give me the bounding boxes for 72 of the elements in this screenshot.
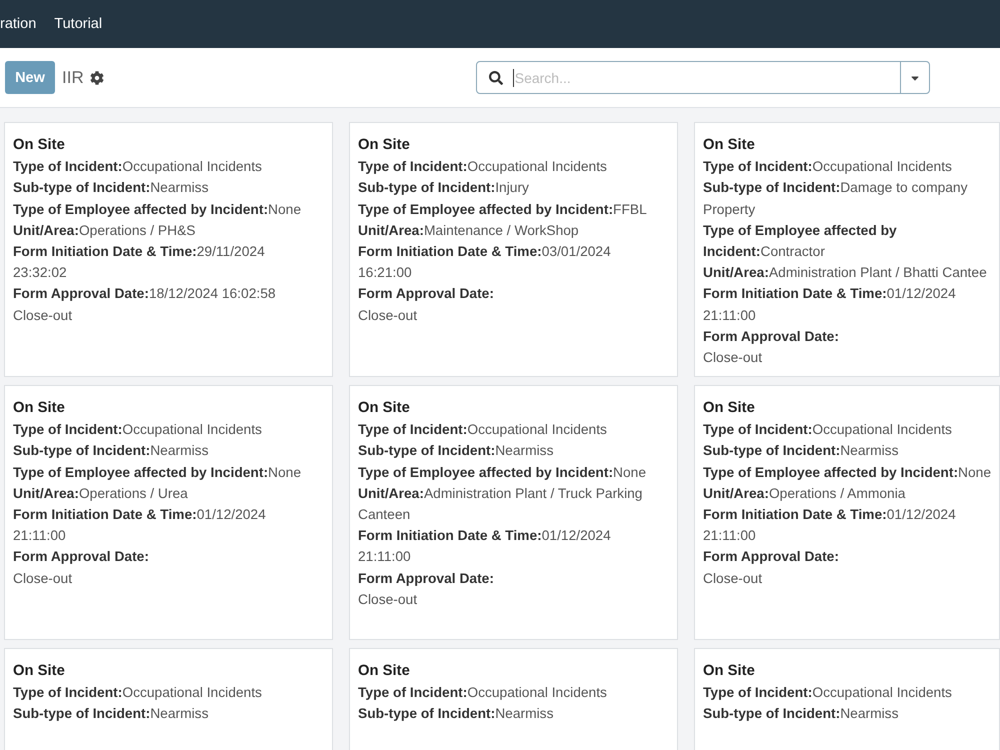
field-line: Sub-type of Incident:Nearmiss: [358, 705, 554, 724]
field-line: Unit/Area:Administration Plant / Truck Parking Canteen: [358, 484, 644, 524]
card-title: On Site: [703, 662, 756, 681]
incident-card[interactable]: On Site Type of Incident:Occupational Incidents Sub-type of Incident:Nearmiss: [4, 648, 333, 750]
field-line: Form Initiation Date & Time:01/12/2024 21:11:00: [13, 506, 267, 546]
field-line: Form Approval Date:: [358, 285, 495, 304]
field-line: Type of Employee affected by Incident:Contractor: [703, 222, 898, 262]
field-line: Unit/Area:Operations / PH&S: [13, 222, 196, 240]
field-line: Form Initiation Date & Time:03/01/2024 16:21:00: [358, 243, 612, 282]
status-text: Close-out: [703, 349, 764, 368]
field-line: Sub-type of Incident:Nearmiss: [13, 705, 210, 724]
incident-card[interactable]: [694, 385, 1000, 640]
incident-card[interactable]: [349, 385, 678, 640]
field-line: Form Initiation Date & Time:29/11/2024 23:32:02: [13, 243, 266, 282]
card-title: On Site: [358, 136, 411, 155]
field-line: Type of Incident:Occupational Incidents: [358, 421, 608, 440]
field-line: Type of Incident:Occupational Incidents: [13, 684, 263, 702]
field-line: Type of Incident:Occupational Incidents: [703, 421, 953, 440]
field-line: Sub-type of Incident:Nearmiss: [703, 442, 900, 460]
card-title: On Site: [703, 399, 756, 418]
field-line: Type of Incident:Occupational Incidents: [358, 684, 608, 702]
field-line: Form Approval Date:18/12/2024 16:02:58: [13, 285, 277, 304]
field-line: Unit/Area:Administration Plant / Bhatti Cantee: [703, 264, 988, 282]
field-line: Sub-type of Incident:Nearmiss: [703, 705, 900, 724]
card-title: On Site: [13, 136, 66, 155]
field-line: Sub-type of Incident:Nearmiss: [13, 442, 210, 460]
incident-card[interactable]: On Site Type of Incident:Occupational Incidents Sub-type of Incident:Nearmiss: [349, 648, 678, 750]
field-line: Unit/Area:Maintenance / WorkShop: [358, 222, 580, 240]
status-text: Close-out: [703, 570, 764, 588]
search-icon: [488, 70, 503, 84]
search-bar[interactable]: Search...: [476, 61, 930, 94]
field-line: Type of Incident:Occupational Incidents: [13, 421, 263, 440]
field-line: Sub-type of Incident:Nearmiss: [358, 442, 554, 460]
field-line: Type of Employee affected by Incident:None: [358, 464, 648, 482]
breadcrumb: IIR: [62, 68, 84, 88]
card-title: On Site: [703, 136, 756, 155]
field-line: Form Approval Date:: [703, 548, 840, 566]
field-line: Sub-type of Incident:Nearmiss: [13, 179, 210, 198]
field-line: Sub-type of Incident:Damage to company Property: [703, 179, 969, 219]
field-line: Type of Employee affected by Incident:FFBL: [358, 200, 648, 219]
incident-card[interactable]: [349, 122, 678, 377]
field-line: Form Approval Date:: [358, 570, 495, 588]
card-title: On Site: [13, 399, 66, 418]
card-title: On Site: [13, 662, 66, 681]
field-line: Type of Incident:Occupational Incidents: [358, 158, 608, 176]
settings-icon[interactable]: [90, 70, 104, 84]
field-line: Form Initiation Date & Time:01/12/2024 21:11:00: [703, 506, 957, 546]
status-text: Close-out: [13, 570, 74, 588]
nav-link[interactable]: ration: [0, 16, 36, 32]
nav-link[interactable]: Tutorial: [54, 16, 102, 32]
field-line: Form Approval Date:: [703, 328, 840, 346]
field-line: Type of Incident:Occupational Incidents: [703, 158, 953, 176]
incident-card[interactable]: On Site Type of Incident:Occupational Incidents Sub-type of Incident:Nearmiss: [694, 648, 1000, 750]
field-line: Sub-type of Incident:Injury: [358, 179, 530, 198]
incident-card[interactable]: [4, 385, 333, 640]
status-text: Close-out: [358, 590, 418, 609]
status-text: Close-out: [13, 306, 74, 325]
field-line: Type of Employee affected by Incident:None: [13, 464, 302, 482]
field-line: Type of Incident:Occupational Incidents: [703, 684, 953, 702]
field-line: Form Initiation Date & Time:01/12/2024 21:11:00: [703, 285, 957, 325]
status-text: Close-out: [358, 306, 418, 325]
field-line: Form Initiation Date & Time:01/12/2024 21:11:00: [358, 527, 612, 566]
incident-card[interactable]: [4, 122, 333, 377]
incident-card[interactable]: [694, 122, 1000, 377]
field-line: Type of Employee affected by Incident:None: [703, 464, 992, 482]
field-line: Type of Employee affected by Incident:None: [13, 200, 302, 219]
card-title: On Site: [358, 662, 411, 681]
field-line: Unit/Area:Operations / Urea: [13, 484, 189, 503]
card-title: On Site: [358, 399, 411, 418]
field-line: Unit/Area:Operations / Ammonia: [703, 484, 906, 503]
field-line: Type of Incident:Occupational Incidents: [13, 158, 263, 176]
field-line: Form Approval Date:: [13, 548, 150, 566]
